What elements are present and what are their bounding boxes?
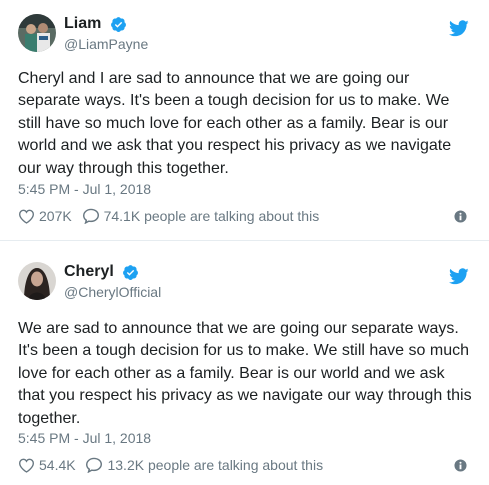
- tweet-header: Cheryl @CherylOfficial: [18, 260, 475, 304]
- reply-button[interactable]: 13.2K people are talking about this: [85, 457, 324, 474]
- like-button[interactable]: 54.4K: [18, 457, 76, 473]
- name-block: Cheryl @CherylOfficial: [64, 262, 161, 301]
- speech-bubble-icon: [82, 209, 99, 225]
- avatar[interactable]: [18, 262, 56, 300]
- tweet-actions: 207K 74.1K people are talking about this: [18, 207, 475, 227]
- twitter-bird-icon[interactable]: [449, 268, 469, 285]
- like-count: 54.4K: [39, 457, 76, 474]
- heart-icon: [18, 458, 35, 473]
- name-block: Liam @LiamPayne: [64, 14, 148, 53]
- tweet-timestamp[interactable]: 5:45 PM - Jul 1, 2018: [18, 181, 151, 197]
- talking-count: 74.1K people are talking about this: [103, 208, 320, 225]
- info-icon[interactable]: [454, 459, 467, 472]
- display-name[interactable]: Liam: [64, 14, 101, 34]
- tweet-timestamp[interactable]: 5:45 PM - Jul 1, 2018: [18, 430, 151, 446]
- tweet-header: Liam @LiamPayne: [18, 12, 475, 56]
- user-handle[interactable]: @CherylOfficial: [64, 283, 161, 301]
- user-handle[interactable]: @LiamPayne: [64, 35, 148, 53]
- display-name[interactable]: Cheryl: [64, 262, 114, 282]
- tweet-card-cheryl[interactable]: Cheryl @CherylOfficial We are sad to ann…: [0, 248, 489, 485]
- tweet-text: We are sad to announce that we are going…: [18, 320, 472, 427]
- like-count: 207K: [39, 208, 72, 225]
- heart-icon: [18, 209, 35, 224]
- speech-bubble-icon: [86, 458, 103, 474]
- reply-button[interactable]: 74.1K people are talking about this: [82, 208, 320, 225]
- tweet-actions: 54.4K 13.2K people are talking about thi…: [18, 456, 475, 476]
- like-button[interactable]: 207K: [18, 208, 72, 224]
- twitter-bird-icon[interactable]: [449, 20, 469, 37]
- tweet-divider: [0, 240, 489, 241]
- tweet-text: Cheryl and I are sad to announce that we…: [18, 70, 452, 177]
- info-icon[interactable]: [454, 210, 467, 223]
- verified-badge-icon: [123, 264, 139, 280]
- verified-badge-icon: [110, 16, 126, 32]
- avatar[interactable]: [18, 14, 56, 52]
- talking-count: 13.2K people are talking about this: [107, 457, 324, 474]
- tweet-card-liam[interactable]: Liam @LiamPayne Cheryl and I are sad to …: [0, 0, 489, 240]
